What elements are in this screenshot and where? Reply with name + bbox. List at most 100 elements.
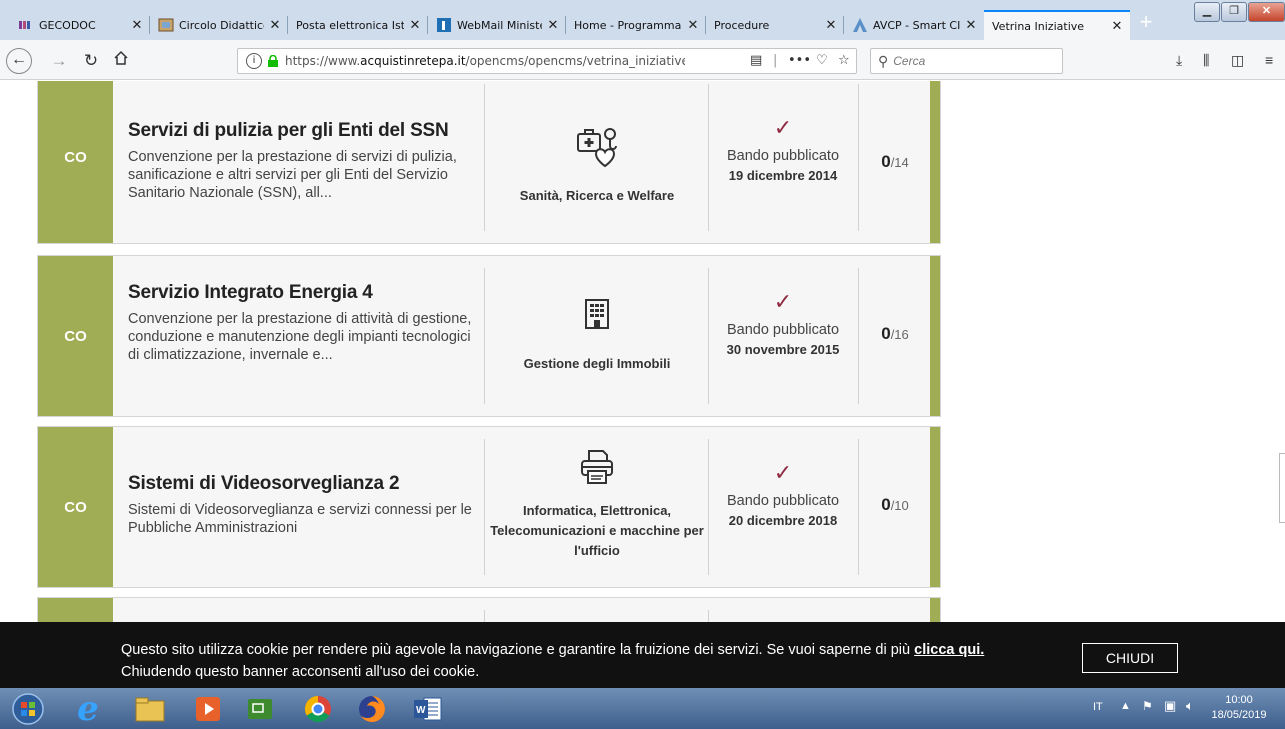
initiative-status: ✓ Bando pubblicato 19 dicembre 2014 xyxy=(709,115,857,184)
menu-icon[interactable]: ≡ xyxy=(1265,52,1273,68)
tab-gecodoc[interactable]: GECODOC ✕ xyxy=(10,10,150,40)
close-tab-icon[interactable]: ✕ xyxy=(546,18,560,33)
tab-title: Circolo Didattico xyxy=(179,18,264,32)
cookie-banner: Questo sito utilizza cookie per rendere … xyxy=(0,622,1285,688)
pocket-icon[interactable]: ♡ xyxy=(816,53,828,68)
network-icon[interactable]: ▣ xyxy=(1164,698,1176,714)
initiative-card[interactable]: CO Servizio Integrato Energia 4 Convenzi… xyxy=(37,255,941,417)
tab-procedure[interactable]: Procedure ✕ xyxy=(706,10,844,40)
initiative-card[interactable] xyxy=(37,597,941,622)
initiative-card[interactable]: CO Servizi di pulizia per gli Enti del S… xyxy=(37,81,941,244)
column-divider xyxy=(858,268,859,404)
home-button[interactable] xyxy=(110,50,132,72)
initiative-type-badge xyxy=(38,598,113,622)
card-accent-bar xyxy=(930,81,940,243)
show-hidden-icons-icon[interactable]: ▲ xyxy=(1120,700,1131,712)
column-divider xyxy=(484,268,485,404)
initiative-counter: 0/14 xyxy=(860,152,930,172)
close-tab-icon[interactable]: ✕ xyxy=(964,18,978,33)
building-icon xyxy=(585,299,609,329)
status-label: Bando pubblicato xyxy=(726,322,840,338)
library-icon[interactable]: ⫼ xyxy=(1203,52,1209,69)
firefox-icon[interactable] xyxy=(344,691,400,727)
initiative-title[interactable]: Sistemi di Videosorveglianza 2 xyxy=(128,473,483,495)
windows-taskbar: e W IT ▲ ⚑ ▣ 🔈︎ 10:00 18/05/2019 xyxy=(0,688,1285,729)
url-text: https://www.acquistinretepa.it/opencms/o… xyxy=(285,54,685,68)
language-indicator[interactable]: IT xyxy=(1093,701,1103,713)
checkmark-icon: ✓ xyxy=(773,115,793,140)
initiative-description: Convenzione per la prestazione di attivi… xyxy=(128,311,472,363)
health-icon xyxy=(577,128,617,168)
clock-time[interactable]: 10:00 xyxy=(1209,694,1269,706)
initiative-description: Convenzione per la prestazione di serviz… xyxy=(128,149,457,201)
clock-date[interactable]: 18/05/2019 xyxy=(1209,709,1269,721)
internet-explorer-icon[interactable]: e xyxy=(60,689,116,729)
close-tab-icon[interactable]: ✕ xyxy=(824,18,838,33)
action-center-flag-icon[interactable]: ⚑ xyxy=(1142,699,1153,713)
downloads-icon[interactable]: ⤓ xyxy=(1176,52,1182,69)
close-tab-icon[interactable]: ✕ xyxy=(408,18,422,33)
chrome-icon[interactable] xyxy=(290,691,346,727)
column-divider xyxy=(484,84,485,231)
page-actions-icon[interactable]: ••• xyxy=(788,53,811,68)
maximize-window-button[interactable]: ❐ xyxy=(1221,2,1247,22)
initiative-description-block: Servizio Integrato Energia 4 Convenzione… xyxy=(128,282,483,364)
status-label: Bando pubblicato xyxy=(726,493,840,509)
media-player-icon[interactable] xyxy=(180,691,236,727)
initiative-description: Sistemi di Videosorveglianza e servizi c… xyxy=(128,502,472,536)
close-tab-icon[interactable]: ✕ xyxy=(130,18,144,33)
tab-webmail[interactable]: WebMail Ministe ✕ xyxy=(428,10,566,40)
initiative-type-badge: CO xyxy=(38,256,113,416)
svg-text:W: W xyxy=(416,705,426,716)
initiative-card[interactable]: CO Sistemi di Videosorveglianza 2 Sistem… xyxy=(37,426,941,588)
school-icon xyxy=(158,17,174,33)
tab-posta-elettronica[interactable]: Posta elettronica Istru ✕ xyxy=(288,10,428,40)
word-icon[interactable]: W xyxy=(400,691,456,727)
printer-icon xyxy=(581,450,613,484)
tab-vetrina-iniziative[interactable]: Vetrina Iniziative ✕ xyxy=(984,10,1130,40)
cookie-close-button[interactable]: CHIUDI xyxy=(1082,643,1178,673)
column-divider xyxy=(484,610,485,622)
page-content: CO Servizi di pulizia per gli Enti del S… xyxy=(0,81,1285,622)
initiative-type-badge: CO xyxy=(38,81,113,243)
reader-view-icon[interactable]: ▤ xyxy=(750,53,762,68)
remote-desktop-icon[interactable] xyxy=(232,691,288,727)
url-prefix: https://www. xyxy=(285,54,361,68)
tab-title: GECODOC xyxy=(39,18,96,32)
column-divider xyxy=(484,439,485,575)
initiative-category: Sanità, Ricerca e Welfare xyxy=(486,124,708,206)
search-input[interactable]: ⚲ Cerca xyxy=(870,48,1063,74)
close-tab-icon[interactable]: ✕ xyxy=(268,18,282,33)
lock-icon xyxy=(268,55,278,67)
bookmark-star-icon[interactable]: ☆ xyxy=(838,53,850,68)
reload-button[interactable]: ↻ xyxy=(80,50,102,72)
minimize-window-button[interactable]: ▁ xyxy=(1194,2,1220,22)
volume-icon[interactable]: 🔈︎ xyxy=(1186,698,1194,714)
file-explorer-icon[interactable] xyxy=(122,691,178,727)
tab-title: Posta elettronica Istru xyxy=(296,18,404,32)
cookie-text-consent: Chiudendo questo banner acconsenti all'u… xyxy=(121,664,480,680)
close-tab-icon[interactable]: ✕ xyxy=(1110,19,1124,34)
tab-circolo-didattico[interactable]: Circolo Didattico ✕ xyxy=(150,10,288,40)
card-accent-bar xyxy=(930,598,940,622)
url-domain: acquistinretepa.it xyxy=(360,54,466,68)
forward-button[interactable]: → xyxy=(48,50,70,72)
scroll-handle[interactable] xyxy=(1279,453,1285,523)
tab-title: Vetrina Iniziative xyxy=(992,19,1085,33)
close-window-button[interactable]: ✕ xyxy=(1248,2,1285,22)
initiative-title[interactable]: Servizi di pulizia per gli Enti del SSN xyxy=(128,120,483,142)
divider: | xyxy=(773,53,778,68)
initiative-title[interactable]: Servizio Integrato Energia 4 xyxy=(128,282,483,304)
back-button[interactable]: ← xyxy=(6,48,32,74)
close-tab-icon[interactable]: ✕ xyxy=(686,18,700,33)
new-tab-button[interactable]: + xyxy=(1135,11,1157,34)
address-bar[interactable]: i https://www.acquistinretepa.it/opencms… xyxy=(237,48,857,74)
sidebar-icon[interactable]: ◫ xyxy=(1231,52,1244,69)
initiative-description-block: Sistemi di Videosorveglianza 2 Sistemi d… xyxy=(128,473,483,537)
tab-avcp[interactable]: AVCP - Smart CI ✕ xyxy=(844,10,984,40)
cookie-info-link[interactable]: clicca qui. xyxy=(914,642,984,658)
tab-home-programma[interactable]: Home - Programma ✕ xyxy=(566,10,706,40)
status-label: Bando pubblicato xyxy=(726,148,840,164)
info-icon[interactable]: i xyxy=(246,53,262,69)
start-orb-icon[interactable] xyxy=(0,691,56,727)
